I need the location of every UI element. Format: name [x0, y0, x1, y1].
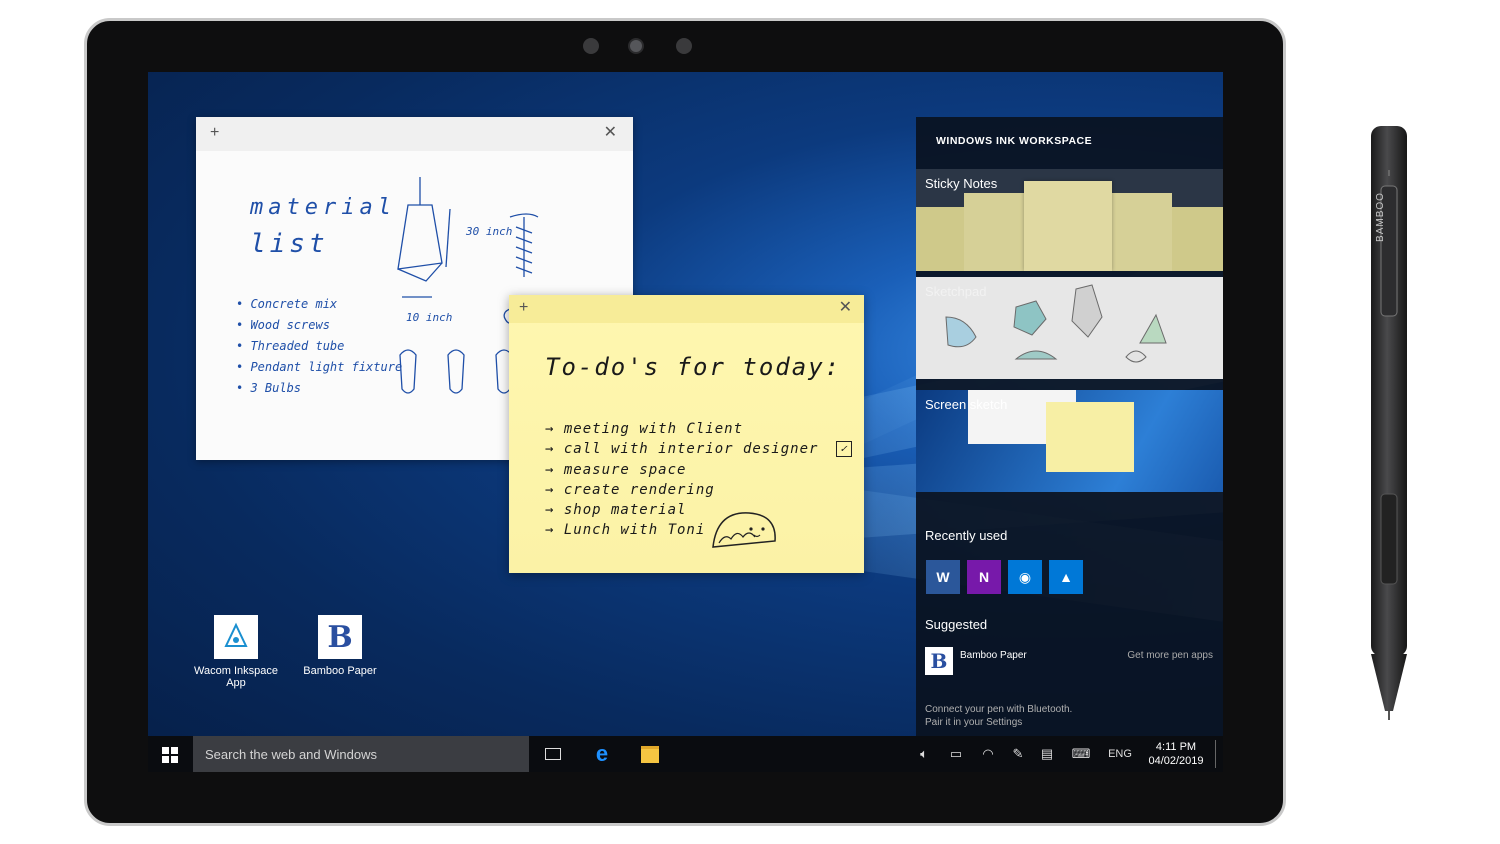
suggested-heading: Suggested [925, 617, 988, 632]
tile-sticky-notes[interactable]: Sticky Notes [916, 169, 1223, 271]
note-thumb [1046, 402, 1134, 472]
volume-icon[interactable]: 🔈︎ [911, 736, 937, 772]
maps-icon[interactable]: ◉ [1008, 560, 1042, 594]
front-camera [630, 40, 642, 52]
recently-used-heading: Recently used [925, 528, 1008, 543]
material-list: • Concrete mix • Wood screws • Threaded … [236, 297, 402, 402]
list-item: • 3 Bulbs [236, 381, 302, 395]
tile-label: Screen sketch [925, 397, 1008, 412]
bamboo-stylus: BAMBOO [1369, 126, 1409, 720]
close-icon[interactable]: ✕ [604, 124, 617, 142]
desktop-icon-bamboo-paper[interactable]: B Bamboo Paper [295, 615, 385, 677]
onenote-icon[interactable]: N [967, 560, 1001, 594]
note-titlebar: + ✕ [509, 295, 864, 323]
bamboo-paper-icon[interactable]: B [925, 647, 953, 675]
add-note-icon[interactable]: + [210, 124, 219, 142]
suggested-app-name[interactable]: Bamboo Paper [960, 650, 1027, 661]
bluetooth-hint[interactable]: Pair it in your Settings [925, 717, 1022, 728]
camera-sensor [676, 38, 692, 54]
todo-item: → create rendering [545, 481, 715, 498]
todo-list: → meeting with Client → call with interi… [545, 421, 852, 543]
desktop-icon-label: Bamboo Paper [303, 665, 377, 677]
photos-icon[interactable]: ▲ [1049, 560, 1083, 594]
action-center-icon[interactable]: ▤ [1034, 736, 1060, 772]
tile-sketchpad[interactable]: Sketchpad [916, 277, 1223, 379]
sketch-title: list [250, 229, 329, 259]
pen-ink-icon[interactable]: ✎ [1005, 736, 1031, 772]
pen-brand-label: BAMBOO [1375, 192, 1386, 242]
note-titlebar: + ✕ [196, 117, 633, 151]
todo-item: → meeting with Client [545, 421, 744, 437]
file-explorer-icon[interactable] [636, 736, 664, 772]
todo-item: → Lunch with Toni [545, 522, 706, 539]
taskbar: Search the web and Windows e 🔈︎ ▭ ◠ ✎ ▤ … [148, 736, 1223, 772]
bluetooth-hint: Connect your pen with Bluetooth. [925, 704, 1073, 715]
edge-icon[interactable]: e [588, 736, 616, 772]
keyboard-icon[interactable]: ⌨ [1068, 736, 1094, 772]
wifi-icon[interactable]: ◠ [975, 736, 1001, 772]
list-item: • Wood screws [236, 318, 330, 332]
inkspace-icon [214, 615, 258, 659]
camera-sensor [583, 38, 599, 54]
start-button[interactable] [162, 747, 178, 763]
add-note-icon[interactable]: + [519, 299, 528, 317]
get-more-link[interactable]: Get more pen apps [1127, 650, 1213, 661]
search-input[interactable]: Search the web and Windows [193, 736, 529, 772]
panel-header: WINDOWS INK WORKSPACE [936, 135, 1093, 147]
todo-title: To-do's for today: [545, 353, 842, 381]
desktop-icon-label: Wacom Inkspace App [194, 665, 278, 689]
note-thumb [1112, 193, 1172, 271]
clock-time: 4:11 PM [1155, 741, 1197, 753]
clock-date: 04/02/2019 [1148, 755, 1204, 767]
todo-item: → call with interior designer ✓ [545, 441, 852, 461]
clock[interactable]: 4:11 PM 04/02/2019 [1141, 740, 1211, 768]
language-indicator[interactable]: ENG [1103, 736, 1137, 772]
tile-screen-sketch[interactable]: Screen sketch [916, 390, 1223, 492]
sketch-title: material [250, 195, 396, 220]
list-item: • Pendant light fixture [236, 360, 403, 374]
desktop-icon-wacom-inkspace[interactable]: Wacom Inkspace App [191, 615, 281, 689]
tile-label: Sticky Notes [925, 176, 998, 191]
desktop-screen: + ✕ material list • Concrete mix • Wood … [148, 72, 1223, 772]
bamboo-paper-icon: B [318, 615, 362, 659]
taco-doodle-icon [712, 512, 776, 548]
sticky-note[interactable]: + ✕ To-do's for today: → meeting with Cl… [509, 295, 864, 573]
word-icon[interactable]: W [926, 560, 960, 594]
list-item: • Threaded tube [236, 339, 345, 353]
todo-item: → measure space [545, 461, 687, 478]
battery-icon[interactable]: ▭ [943, 736, 969, 772]
task-view-icon[interactable] [541, 736, 565, 772]
note-thumb [964, 193, 1024, 271]
note-thumb [1024, 181, 1112, 271]
ink-workspace-panel: WINDOWS INK WORKSPACE Sticky Notes Sketc… [916, 117, 1223, 736]
todo-item: → shop material [545, 502, 687, 519]
close-icon[interactable]: ✕ [839, 299, 852, 317]
list-item: • Concrete mix [236, 297, 338, 311]
checkbox-icon: ✓ [835, 441, 852, 458]
tile-label: Sketchpad [925, 284, 987, 299]
dimension-label: 10 inch [406, 311, 453, 324]
show-desktop-button[interactable] [1215, 740, 1216, 768]
dimension-label: 30 inch [466, 225, 513, 238]
